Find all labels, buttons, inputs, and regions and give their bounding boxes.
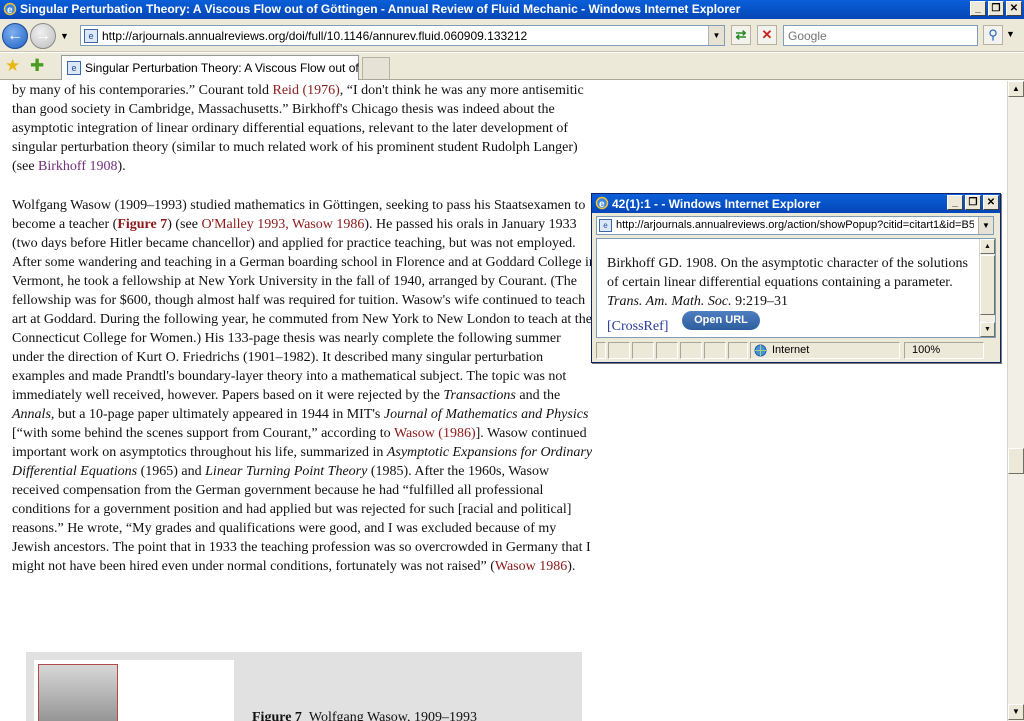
page-icon: e [599, 219, 612, 232]
status-segment [680, 342, 702, 359]
search-button[interactable]: ⚲ [983, 25, 1003, 45]
zoom-label[interactable]: 100% [912, 344, 940, 356]
page-content: by many of his contemporaries.” Courant … [0, 81, 1007, 721]
text: Birkhoff GD. 1908. On the asymptotic cha… [607, 256, 968, 290]
search-options-dropdown-icon[interactable]: ▼ [1006, 29, 1015, 39]
ie-logo-icon: e [595, 196, 609, 210]
address-url[interactable]: http://arjournals.annualreviews.org/doi/… [102, 29, 527, 43]
status-segment [656, 342, 678, 359]
popup-minimize-button[interactable]: _ [947, 195, 963, 210]
text: , but a 10-page paper ultimately appeare… [50, 407, 384, 422]
stop-button[interactable]: ✕ [757, 25, 777, 45]
journal-name: Transactions [443, 388, 516, 403]
text: (1965) and [137, 464, 206, 479]
recent-pages-dropdown-icon[interactable]: ▼ [60, 31, 69, 41]
crossref-link[interactable]: [CrossRef] [607, 317, 668, 336]
text: (1985). After the 1960s, Wasow received … [12, 464, 591, 574]
window-title: Singular Perturbation Theory: A Viscous … [20, 2, 741, 16]
popup-close-button[interactable]: ✕ [983, 195, 999, 210]
popup-body: Birkhoff GD. 1908. On the asymptotic cha… [596, 238, 996, 338]
address-dropdown-icon[interactable]: ▼ [708, 26, 724, 45]
add-favorite-icon[interactable]: ✚ [30, 57, 48, 75]
text: ) (see [167, 217, 202, 232]
address-bar[interactable]: e http://arjournals.annualreviews.org/do… [80, 25, 725, 46]
popup-scroll-thumb[interactable] [980, 255, 995, 315]
window-titlebar: e Singular Perturbation Theory: A Viscou… [0, 0, 1024, 19]
zone-label: Internet [772, 344, 810, 356]
text: ). [567, 559, 576, 574]
citation-link-wasow-1986-b[interactable]: Wasow 1986 [495, 559, 567, 574]
popup-title: 42(1):1 - - Windows Internet Explorer [612, 197, 821, 211]
popup-maximize-button[interactable]: ❐ [965, 195, 981, 210]
text: by many of his contemporaries.” Courant … [12, 83, 273, 98]
ie-logo-icon: e [3, 2, 17, 16]
wasow-portrait-image[interactable] [38, 664, 118, 721]
article-paragraph-2: Wolfgang Wasow (1909–1993) studied mathe… [12, 196, 596, 576]
reference-text: Birkhoff GD. 1908. On the asymptotic cha… [607, 254, 977, 311]
security-status-segment [728, 342, 748, 359]
figure-7-link[interactable]: Figure 7 [117, 217, 167, 232]
tab-page-icon: e [67, 61, 81, 75]
figure-caption-text: Wolfgang Wasow, 1909–1993 [308, 710, 477, 721]
journal-name: Annals [12, 407, 51, 422]
forward-button[interactable]: → [30, 23, 56, 49]
status-segment [704, 342, 726, 359]
figure-caption-label: Figure 7 [252, 710, 302, 721]
minimize-button[interactable]: _ [970, 1, 986, 16]
navigation-bar: ← → ▼ e http://arjournals.annualreviews.… [0, 19, 1024, 52]
citation-link-birkhoff-1908[interactable]: Birkhoff 1908 [38, 159, 117, 174]
figure-7-box: Figure 7 Wolfgang Wasow, 1909–1993 [26, 652, 582, 721]
citation-link-reid-1976[interactable]: Reid (1976) [273, 83, 340, 98]
popup-address-bar[interactable]: e http://arjournals.annualreviews.org/ac… [596, 216, 994, 235]
scroll-down-button[interactable]: ▼ [1008, 704, 1024, 720]
popup-address-url[interactable]: http://arjournals.annualreviews.org/acti… [616, 219, 974, 231]
back-button[interactable]: ← [2, 23, 28, 49]
tab-active[interactable]: e Singular Perturbation Theory: A Viscou… [61, 55, 381, 80]
text: ). [117, 159, 126, 174]
journal-name: Trans. Am. Math. Soc. [607, 294, 732, 309]
page-icon: e [84, 29, 98, 43]
open-url-button[interactable]: Open URL [682, 311, 760, 330]
status-segment [608, 342, 630, 359]
popup-titlebar: e 42(1):1 - - Windows Internet Explorer … [592, 194, 1000, 213]
citation-popup-window: e 42(1):1 - - Windows Internet Explorer … [591, 193, 1001, 363]
popup-scrollbar[interactable]: ▲ ▼ [979, 239, 995, 337]
tab-label[interactable]: Singular Perturbation Theory: A Viscous … [85, 61, 381, 75]
text: and the [515, 388, 561, 403]
refresh-button[interactable]: ⇄ [731, 25, 751, 45]
scroll-thumb[interactable] [1008, 448, 1024, 474]
text: [“with some behind the scenes support fr… [12, 426, 394, 441]
status-segment [632, 342, 654, 359]
close-button[interactable]: ✕ [1006, 1, 1022, 16]
citation-link-wasow-1986[interactable]: Wasow (1986) [394, 426, 476, 441]
maximize-button[interactable]: ❐ [988, 1, 1004, 16]
svg-text:e: e [599, 199, 605, 210]
popup-scroll-down-button[interactable]: ▼ [980, 322, 995, 337]
status-segment [596, 342, 606, 359]
tab-bar: ★ ✚ e Singular Perturbation Theory: A Vi… [0, 53, 1024, 80]
new-tab-button[interactable] [362, 57, 390, 79]
citation-link-omalley-wasow[interactable]: O'Malley 1993, Wasow 1986 [201, 217, 364, 232]
internet-globe-icon [754, 344, 767, 357]
svg-text:e: e [7, 5, 13, 16]
popup-status-bar: Internet 100% [594, 341, 998, 361]
page-scrollbar[interactable]: ▲ ▼ [1007, 81, 1024, 721]
popup-scroll-up-button[interactable]: ▲ [980, 239, 995, 254]
search-box[interactable] [783, 25, 978, 46]
popup-address-dropdown-icon[interactable]: ▼ [978, 217, 993, 234]
article-paragraph-1: by many of his contemporaries.” Courant … [12, 81, 596, 176]
text: 9:219–31 [731, 294, 788, 309]
figure-photo-frame [34, 660, 234, 721]
journal-name: Journal of Mathematics and Physics [383, 407, 589, 422]
scroll-up-button[interactable]: ▲ [1008, 81, 1024, 97]
figure-caption: Figure 7 Wolfgang Wasow, 1909–1993 [252, 708, 477, 721]
text: ). He passed his orals in January 1933 (… [12, 217, 596, 403]
book-title: Linear Turning Point Theory [205, 464, 368, 479]
favorites-star-icon[interactable]: ★ [5, 57, 23, 75]
search-input[interactable] [784, 26, 974, 45]
